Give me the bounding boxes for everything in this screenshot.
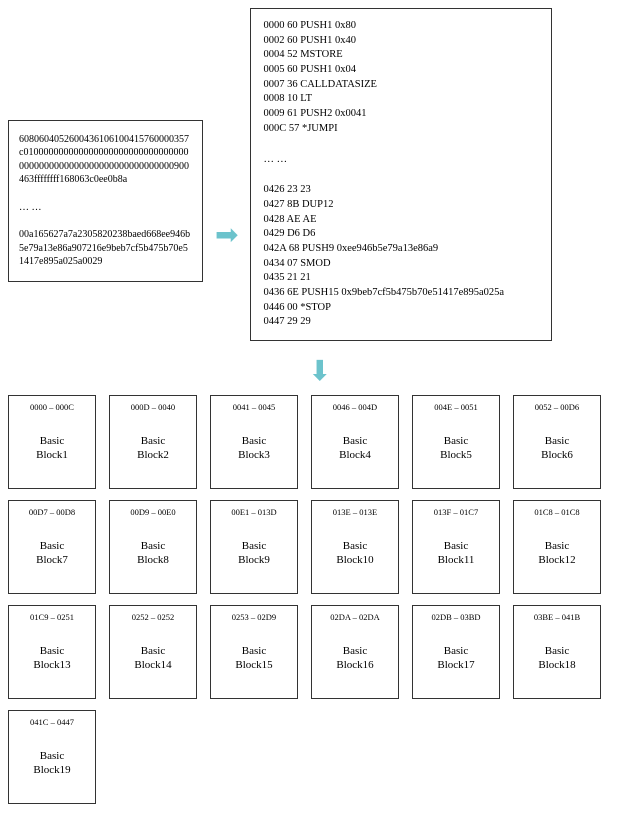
block-range: 0000 – 000C bbox=[30, 402, 74, 412]
block-range: 013F – 01C7 bbox=[434, 507, 478, 517]
basic-block-11: 013F – 01C7 BasicBlock11 bbox=[412, 500, 500, 594]
block-range: 00D7 – 00D8 bbox=[29, 507, 75, 517]
hex-bottom: 00a165627a7a2305820238baed668ee946b5e79a… bbox=[19, 228, 192, 269]
block-label: BasicBlock2 bbox=[137, 434, 169, 463]
basic-block-8: 00D9 – 00E0 BasicBlock8 bbox=[109, 500, 197, 594]
block-label: BasicBlock14 bbox=[134, 644, 171, 673]
basic-block-14: 0252 – 0252 BasicBlock14 bbox=[109, 605, 197, 699]
block-label: BasicBlock10 bbox=[336, 539, 373, 568]
basic-block-1: 0000 – 000C BasicBlock1 bbox=[8, 395, 96, 489]
basic-block-3: 0041 – 0045 BasicBlock3 bbox=[210, 395, 298, 489]
basic-block-18: 03BE – 041B BasicBlock18 bbox=[513, 605, 601, 699]
block-range: 02DA – 02DA bbox=[330, 612, 380, 622]
opcode-line: 0000 60 PUSH1 0x80 bbox=[263, 19, 539, 34]
block-label: BasicBlock16 bbox=[336, 644, 373, 673]
basic-block-15: 0253 – 02D9 BasicBlock15 bbox=[210, 605, 298, 699]
block-label: BasicBlock11 bbox=[438, 539, 475, 568]
basic-block-2: 000D – 0040 BasicBlock2 bbox=[109, 395, 197, 489]
block-range: 01C8 – 01C8 bbox=[534, 507, 579, 517]
opcode-listing-box: 0000 60 PUSH1 0x800002 60 PUSH1 0x400004… bbox=[250, 8, 552, 341]
block-label: BasicBlock13 bbox=[33, 644, 70, 673]
basic-block-13: 01C9 – 0251 BasicBlock13 bbox=[8, 605, 96, 699]
block-label: BasicBlock5 bbox=[440, 434, 472, 463]
block-label: BasicBlock18 bbox=[538, 644, 575, 673]
block-range: 041C – 0447 bbox=[30, 717, 74, 727]
block-range: 013E – 013E bbox=[333, 507, 377, 517]
arrow-down-icon: ➡ bbox=[303, 58, 337, 682]
block-label: BasicBlock19 bbox=[33, 749, 70, 778]
arrow-right-icon: ➡ bbox=[215, 218, 238, 252]
hex-bytecode-box: 6080604052600436106100415760000357c01000… bbox=[8, 120, 203, 282]
block-label: BasicBlock6 bbox=[541, 434, 573, 463]
basic-block-19: 041C – 0447 BasicBlock19 bbox=[8, 710, 96, 804]
block-label: BasicBlock3 bbox=[238, 434, 270, 463]
block-range: 00D9 – 00E0 bbox=[130, 507, 175, 517]
basic-block-5: 004E – 0051 BasicBlock5 bbox=[412, 395, 500, 489]
block-range: 000D – 0040 bbox=[131, 402, 175, 412]
basic-block-12: 01C8 – 01C8 BasicBlock12 bbox=[513, 500, 601, 594]
basic-block-9: 00E1 – 013D BasicBlock9 bbox=[210, 500, 298, 594]
block-range: 0253 – 02D9 bbox=[232, 612, 276, 622]
block-range: 0046 – 004D bbox=[333, 402, 377, 412]
block-label: BasicBlock8 bbox=[137, 539, 169, 568]
block-label: BasicBlock17 bbox=[437, 644, 474, 673]
block-range: 00E1 – 013D bbox=[231, 507, 276, 517]
block-range: 0052 – 00D6 bbox=[535, 402, 579, 412]
block-range: 03BE – 041B bbox=[534, 612, 580, 622]
block-label: BasicBlock15 bbox=[235, 644, 272, 673]
basic-block-6: 0052 – 00D6 BasicBlock6 bbox=[513, 395, 601, 489]
basic-block-7: 00D7 – 00D8 BasicBlock7 bbox=[8, 500, 96, 594]
opcode-line: 0002 60 PUSH1 0x40 bbox=[263, 34, 539, 49]
block-label: BasicBlock4 bbox=[339, 434, 371, 463]
block-range: 004E – 0051 bbox=[434, 402, 477, 412]
block-label: BasicBlock7 bbox=[36, 539, 68, 568]
block-range: 01C9 – 0251 bbox=[30, 612, 74, 622]
hex-top: 6080604052600436106100415760000357c01000… bbox=[19, 133, 192, 187]
block-range: 0041 – 0045 bbox=[233, 402, 276, 412]
block-range: 0252 – 0252 bbox=[132, 612, 175, 622]
block-label: BasicBlock9 bbox=[238, 539, 270, 568]
block-label: BasicBlock12 bbox=[538, 539, 575, 568]
hex-ellipsis: … … bbox=[19, 201, 192, 215]
basic-block-17: 02DB – 03BD BasicBlock17 bbox=[412, 605, 500, 699]
block-range: 02DB – 03BD bbox=[431, 612, 480, 622]
block-label: BasicBlock1 bbox=[36, 434, 68, 463]
